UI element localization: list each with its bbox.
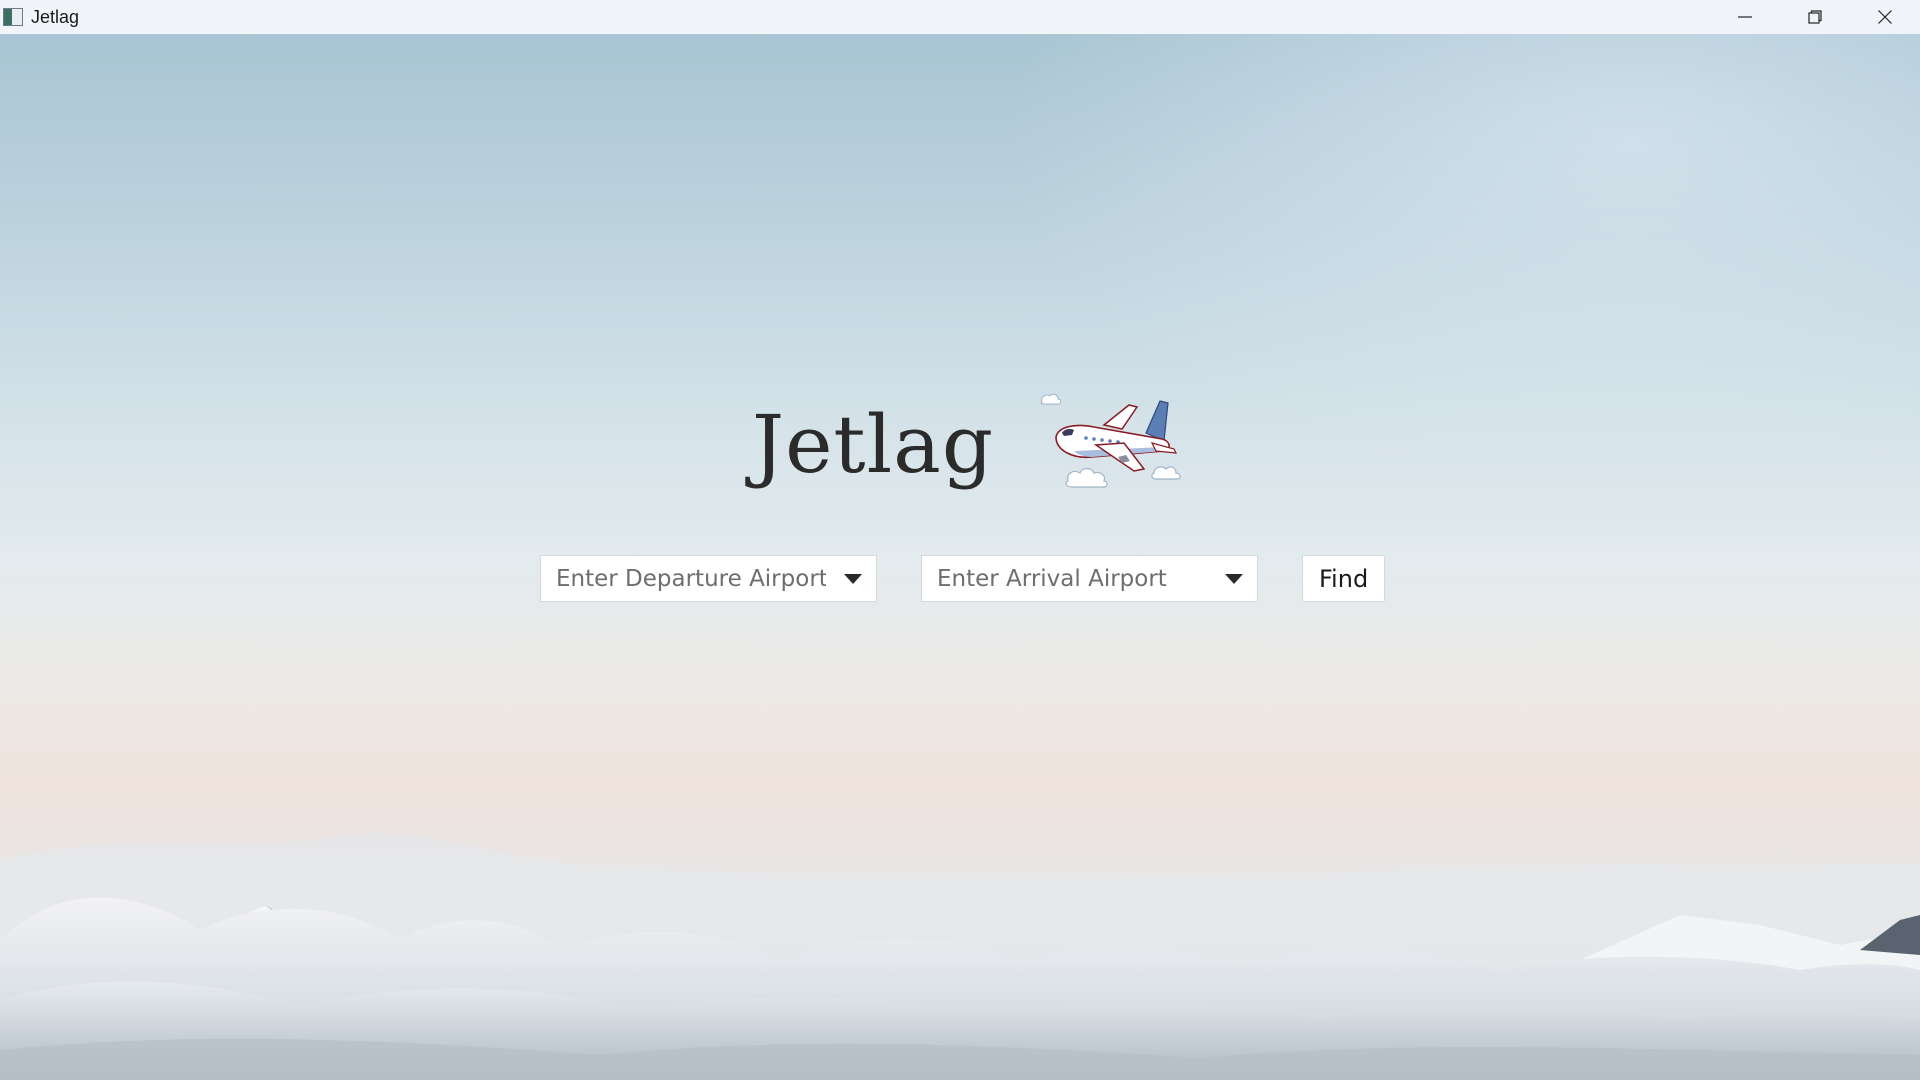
cloud-layer xyxy=(0,833,1920,1080)
window-title: Jetlag xyxy=(31,6,80,27)
restore-button[interactable] xyxy=(1780,0,1850,34)
chevron-down-icon[interactable] xyxy=(844,573,862,584)
brand-header: Jetlag xyxy=(752,393,1194,495)
airplane-icon xyxy=(1040,393,1181,488)
window-controls xyxy=(1710,0,1920,34)
arrival-airport-input[interactable] xyxy=(922,564,1209,593)
close-button[interactable] xyxy=(1850,0,1920,34)
title-bar: Jetlag xyxy=(0,0,1920,34)
departure-airport-combobox[interactable] xyxy=(540,555,877,602)
app-window: Jetlag Jetlag Enter Departure Airport En… xyxy=(0,0,1920,1080)
close-icon xyxy=(1878,10,1892,24)
app-window-icon xyxy=(3,8,23,26)
chevron-down-icon[interactable] xyxy=(1225,573,1243,584)
search-row: Find xyxy=(540,555,1386,602)
arrival-airport-combobox[interactable] xyxy=(921,555,1258,602)
departure-airport-input[interactable] xyxy=(541,564,828,593)
minimize-button[interactable] xyxy=(1710,0,1780,34)
minimize-icon xyxy=(1738,16,1752,18)
find-button[interactable]: Find xyxy=(1302,555,1386,602)
restore-icon xyxy=(1808,10,1822,24)
page-title: Jetlag xyxy=(752,398,995,491)
